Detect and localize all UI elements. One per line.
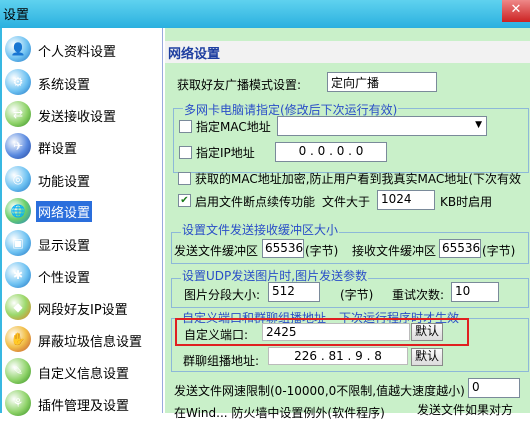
ip-icon: ◆ [5, 294, 31, 320]
resume-unit: KB时启用 [440, 195, 493, 209]
sidebar-item-label: 网段好友IP设置 [38, 303, 128, 318]
settings-sidebar: 👤 个人资料设置 ⚙ 系统设置 ⇄ 发送接收设置 ✈ 群设置 ◎ 功能设置 🌐 … [2, 28, 163, 416]
retry-input[interactable]: 10 [451, 282, 499, 302]
speed-limit-value: 0 [472, 380, 480, 394]
profile-icon: 👤 [5, 36, 31, 62]
plugin-icon: ⚘ [5, 390, 31, 416]
network-settings-panel: 网络设置 获取好友广播模式设置: 定向广播 多网卡电脑请指定(修改后下次运行有效… [165, 28, 530, 420]
broadcast-mode-select[interactable]: 定向广播 [327, 72, 437, 92]
function-icon: ◎ [5, 166, 31, 192]
mac-encrypt-label: 获取的MAC地址加密,防止用户看到我真实MAC地址(下次有效 [195, 172, 521, 186]
multicast-value: 226 . 81 . 9 . 8 [294, 349, 382, 363]
port-value: 2425 [266, 325, 297, 339]
ip-address-input[interactable]: 0 . 0 . 0 . 0 [275, 142, 387, 162]
sidebar-item-display[interactable]: ▣ 显示设置 [2, 228, 160, 258]
retry-value: 10 [455, 284, 471, 298]
network-icon: 🌐 [5, 198, 31, 224]
multicast-default-button[interactable]: 默认 [411, 348, 443, 366]
ip-checkbox[interactable] [179, 146, 192, 159]
broadcast-mode-label: 获取好友广播模式设置: [177, 78, 302, 92]
sidebar-item-label: 群设置 [38, 142, 78, 157]
sidebar-item-profile[interactable]: 👤 个人资料设置 [2, 34, 160, 64]
send-buffer-unit: (字节) [305, 244, 339, 258]
multicast-label: 群聊组播地址: [183, 354, 260, 368]
chunk-size-input[interactable]: 512 [268, 282, 320, 302]
sidebar-item-label: 系统设置 [38, 78, 91, 93]
sidebar-item-send-receive[interactable]: ⇄ 发送接收设置 [2, 99, 160, 129]
port-label: 自定义端口: [184, 328, 249, 342]
mac-checkbox[interactable] [179, 120, 192, 133]
title-bar: 设置 ✕ [0, 0, 530, 28]
broadcast-mode-value: 定向广播 [331, 76, 380, 90]
send-file-note: 发送文件如果对方 [417, 403, 514, 417]
close-button[interactable]: ✕ [502, 0, 530, 22]
send-buffer-label: 发送文件缓冲区 [174, 244, 259, 258]
resume-size-label: 文件大于 [322, 195, 371, 209]
mac-label: 指定MAC地址 [196, 120, 271, 134]
sidebar-item-ip[interactable]: ◆ 网段好友IP设置 [2, 292, 160, 322]
group-icon: ✈ [5, 133, 31, 159]
sidebar-item-function[interactable]: ◎ 功能设置 [2, 164, 160, 194]
port-default-button[interactable]: 默认 [411, 323, 443, 341]
sidebar-item-label: 个人资料设置 [38, 45, 117, 60]
resume-size-value: 1024 [381, 192, 412, 206]
send-receive-icon: ⇄ [5, 101, 31, 127]
resume-label: 启用文件断点续传功能 [195, 195, 316, 209]
recv-buffer-label: 接收文件缓冲区 [352, 244, 437, 258]
recv-buffer-input[interactable]: 65536 [439, 239, 481, 258]
sidebar-item-label: 功能设置 [38, 175, 91, 190]
display-icon: ▣ [5, 230, 31, 256]
port-input[interactable]: 2425 [262, 323, 410, 341]
sidebar-item-network[interactable]: 🌐 网络设置 [2, 196, 160, 226]
recv-buffer-unit: (字节) [482, 244, 516, 258]
sidebar-item-system[interactable]: ⚙ 系统设置 [2, 67, 160, 97]
sidebar-item-personal[interactable]: ✱ 个性设置 [2, 260, 160, 290]
speed-limit-input[interactable]: 0 [468, 378, 520, 398]
sidebar-item-label: 个性设置 [38, 271, 91, 286]
personal-icon: ✱ [5, 262, 31, 288]
resume-checkbox[interactable]: ✔ [178, 194, 191, 207]
sidebar-item-block-spam[interactable]: ✋ 屏蔽垃圾信息设置 [2, 324, 160, 354]
sidebar-item-label: 网络设置 [36, 201, 93, 222]
chunk-size-label: 图片分段大小: [184, 288, 261, 302]
sidebar-item-label: 屏蔽垃圾信息设置 [38, 335, 143, 350]
section-header: 网络设置 [165, 41, 530, 63]
sidebar-item-label: 显示设置 [38, 239, 91, 254]
chunk-size-unit: (字节) [340, 288, 374, 302]
window-title: 设置 [3, 8, 30, 23]
retry-label: 重试次数: [392, 288, 445, 302]
buffer-group-title: 设置文件发送接收缓冲区大小 [181, 221, 340, 238]
chevron-down-icon: ▼ [475, 120, 482, 130]
send-buffer-value: 65536 [265, 241, 304, 255]
chunk-size-value: 512 [272, 284, 295, 298]
multicast-input[interactable]: 226 . 81 . 9 . 8 [268, 347, 408, 365]
speed-limit-label: 发送文件网速限制(0-10000,0不限制,值越大速度越小) [174, 384, 465, 398]
send-buffer-input[interactable]: 65536 [262, 239, 304, 258]
sidebar-item-label: 发送接收设置 [38, 110, 117, 125]
sidebar-item-custom-info[interactable]: ✎ 自定义信息设置 [2, 356, 160, 386]
recv-buffer-value: 65536 [442, 241, 481, 255]
sidebar-item-label: 插件管理及设置 [38, 399, 130, 414]
custom-info-icon: ✎ [5, 358, 31, 384]
ip-label: 指定IP地址 [196, 146, 255, 160]
block-spam-icon: ✋ [5, 326, 31, 352]
page-title: 网络设置 [168, 47, 221, 62]
ip-address-value: 0 . 0 . 0 . 0 [298, 144, 364, 158]
mac-encrypt-checkbox[interactable] [178, 172, 191, 185]
sidebar-item-label: 自定义信息设置 [38, 367, 130, 382]
resume-size-input[interactable]: 1024 [377, 190, 435, 210]
system-icon: ⚙ [5, 69, 31, 95]
sidebar-item-plugin[interactable]: ⚘ 插件管理及设置 [2, 388, 160, 418]
sidebar-item-group[interactable]: ✈ 群设置 [2, 131, 160, 161]
mac-address-select[interactable]: ▼ [277, 116, 487, 136]
